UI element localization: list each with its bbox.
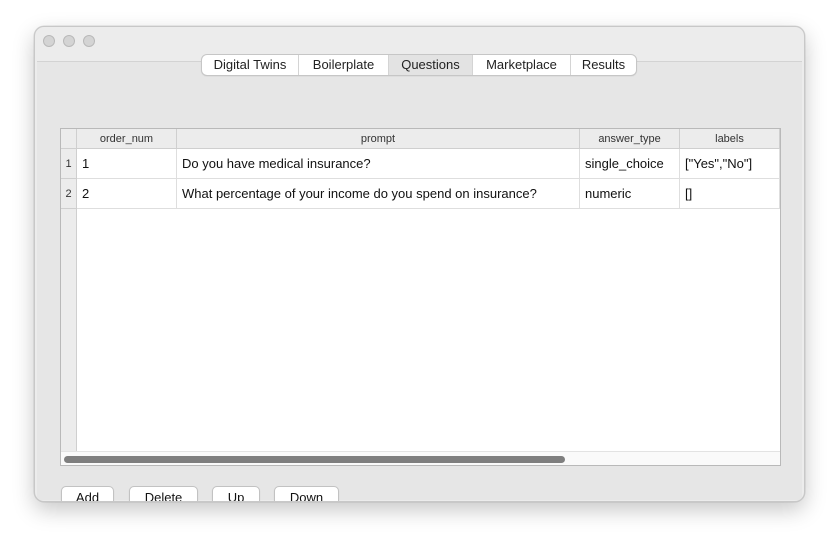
column-header-prompt[interactable]: prompt xyxy=(177,129,580,149)
down-button[interactable]: Down xyxy=(274,486,339,501)
tab-marketplace[interactable]: Marketplace xyxy=(473,55,571,75)
labels-cell[interactable]: ["Yes","No"] xyxy=(680,149,780,179)
questions-table: order_num prompt answer_type labels 1 1 … xyxy=(60,128,781,466)
prompt-cell[interactable]: Do you have medical insurance? xyxy=(177,149,580,179)
close-window-button[interactable] xyxy=(43,35,55,47)
app-window: Digital Twins Boilerplate Questions Mark… xyxy=(34,26,805,502)
column-header-order-num[interactable]: order_num xyxy=(77,129,177,149)
order-num-cell[interactable]: 2 xyxy=(77,179,177,209)
zoom-window-button[interactable] xyxy=(83,35,95,47)
tab-content-panel: order_num prompt answer_type labels 1 1 … xyxy=(37,61,802,501)
row-header[interactable]: 1 xyxy=(61,149,77,179)
tab-digital-twins[interactable]: Digital Twins xyxy=(202,55,299,75)
prompt-cell[interactable]: What percentage of your income do you sp… xyxy=(177,179,580,209)
scrollbar-thumb[interactable] xyxy=(64,456,565,463)
table-row: 2 2 What percentage of your income do yo… xyxy=(61,179,780,209)
tab-questions[interactable]: Questions xyxy=(389,55,473,75)
horizontal-scrollbar[interactable] xyxy=(61,451,780,465)
table-row: 1 1 Do you have medical insurance? singl… xyxy=(61,149,780,179)
delete-button[interactable]: Delete xyxy=(129,486,198,501)
table-header-row: order_num prompt answer_type labels xyxy=(77,129,780,149)
column-header-answer-type[interactable]: answer_type xyxy=(580,129,680,149)
tab-bar: Digital Twins Boilerplate Questions Mark… xyxy=(201,54,637,76)
row-header[interactable]: 2 xyxy=(61,179,77,209)
answer-type-cell[interactable]: numeric xyxy=(580,179,680,209)
title-bar[interactable] xyxy=(35,27,804,55)
column-header-labels[interactable]: labels xyxy=(680,129,780,149)
table-corner-button[interactable] xyxy=(61,129,77,149)
tab-results[interactable]: Results xyxy=(571,55,636,75)
tab-boilerplate[interactable]: Boilerplate xyxy=(299,55,389,75)
order-num-cell[interactable]: 1 xyxy=(77,149,177,179)
answer-type-cell[interactable]: single_choice xyxy=(580,149,680,179)
minimize-window-button[interactable] xyxy=(63,35,75,47)
up-button[interactable]: Up xyxy=(212,486,260,501)
add-button[interactable]: Add xyxy=(61,486,114,501)
labels-cell[interactable]: [] xyxy=(680,179,780,209)
